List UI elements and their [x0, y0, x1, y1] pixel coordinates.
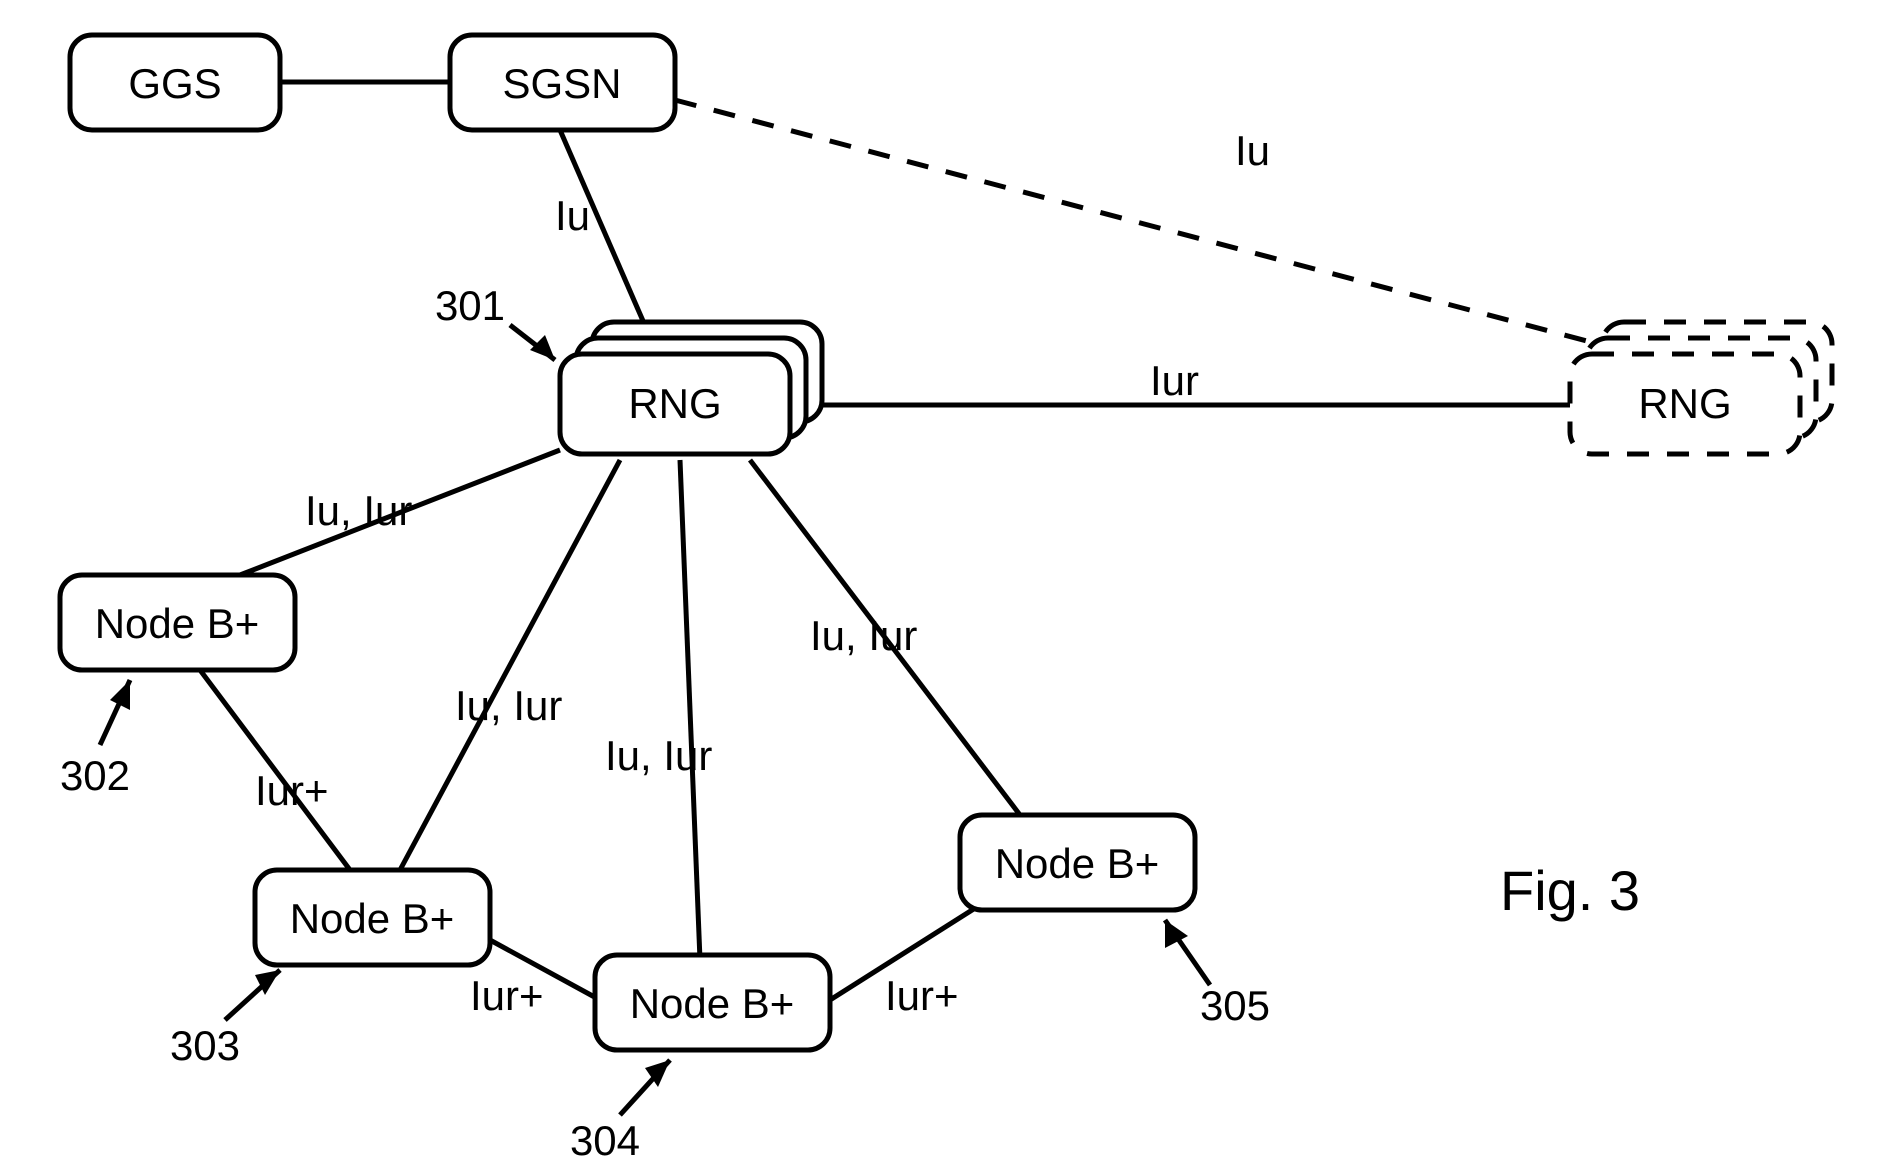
- callout-304: 304: [570, 1060, 670, 1164]
- callout-304-label: 304: [570, 1117, 640, 1164]
- edge-label-rng-rng: Iur: [1150, 357, 1199, 404]
- edge-sgsn-rng-right: [675, 100, 1640, 355]
- node-nodeb-302-label: Node B+: [95, 600, 260, 647]
- callout-302-label: 302: [60, 752, 130, 799]
- edge-label-rng-305: Iu, Iur: [810, 612, 917, 659]
- node-rng-left-label: RNG: [628, 380, 721, 427]
- node-nodeb-304-label: Node B+: [630, 980, 795, 1027]
- callout-303-label: 303: [170, 1022, 240, 1069]
- edge-label-sgsn-rng-left: Iu: [555, 192, 590, 239]
- node-nodeb-303: Node B+: [255, 870, 490, 965]
- callout-301-label: 301: [435, 282, 505, 329]
- node-rng-right-label: RNG: [1638, 380, 1731, 427]
- edge-label-rng-302: Iu, Iur: [305, 487, 412, 534]
- edge-label-304-305: Iur+: [885, 972, 959, 1019]
- edge-label-rng-304: Iu, Iur: [605, 732, 712, 779]
- callout-303: 303: [170, 970, 280, 1069]
- node-sgsn: SGSN: [450, 35, 675, 130]
- node-nodeb-304: Node B+: [595, 955, 830, 1050]
- node-ggs-label: GGS: [128, 60, 221, 107]
- node-nodeb-303-label: Node B+: [290, 895, 455, 942]
- node-nodeb-305-label: Node B+: [995, 840, 1160, 887]
- node-sgsn-label: SGSN: [502, 60, 621, 107]
- node-nodeb-302: Node B+: [60, 575, 295, 670]
- edge-label-302-303: Iur+: [255, 767, 329, 814]
- node-rng-left: RNG: [560, 322, 822, 454]
- callout-301: 301: [435, 282, 555, 360]
- edge-label-sgsn-rng-right: Iu: [1235, 127, 1270, 174]
- callout-305: 305: [1165, 920, 1270, 1029]
- callout-302: 302: [60, 680, 130, 799]
- figure-label: Fig. 3: [1500, 859, 1640, 922]
- node-ggs: GGS: [70, 35, 280, 130]
- callout-305-label: 305: [1200, 982, 1270, 1029]
- edge-label-303-304: Iur+: [470, 972, 544, 1019]
- edge-label-rng-303: Iu, Iur: [455, 682, 562, 729]
- edge-rng-304: [680, 460, 700, 960]
- edge-rng-303: [400, 460, 620, 870]
- node-nodeb-305: Node B+: [960, 815, 1195, 910]
- node-rng-right: RNG: [1570, 322, 1832, 454]
